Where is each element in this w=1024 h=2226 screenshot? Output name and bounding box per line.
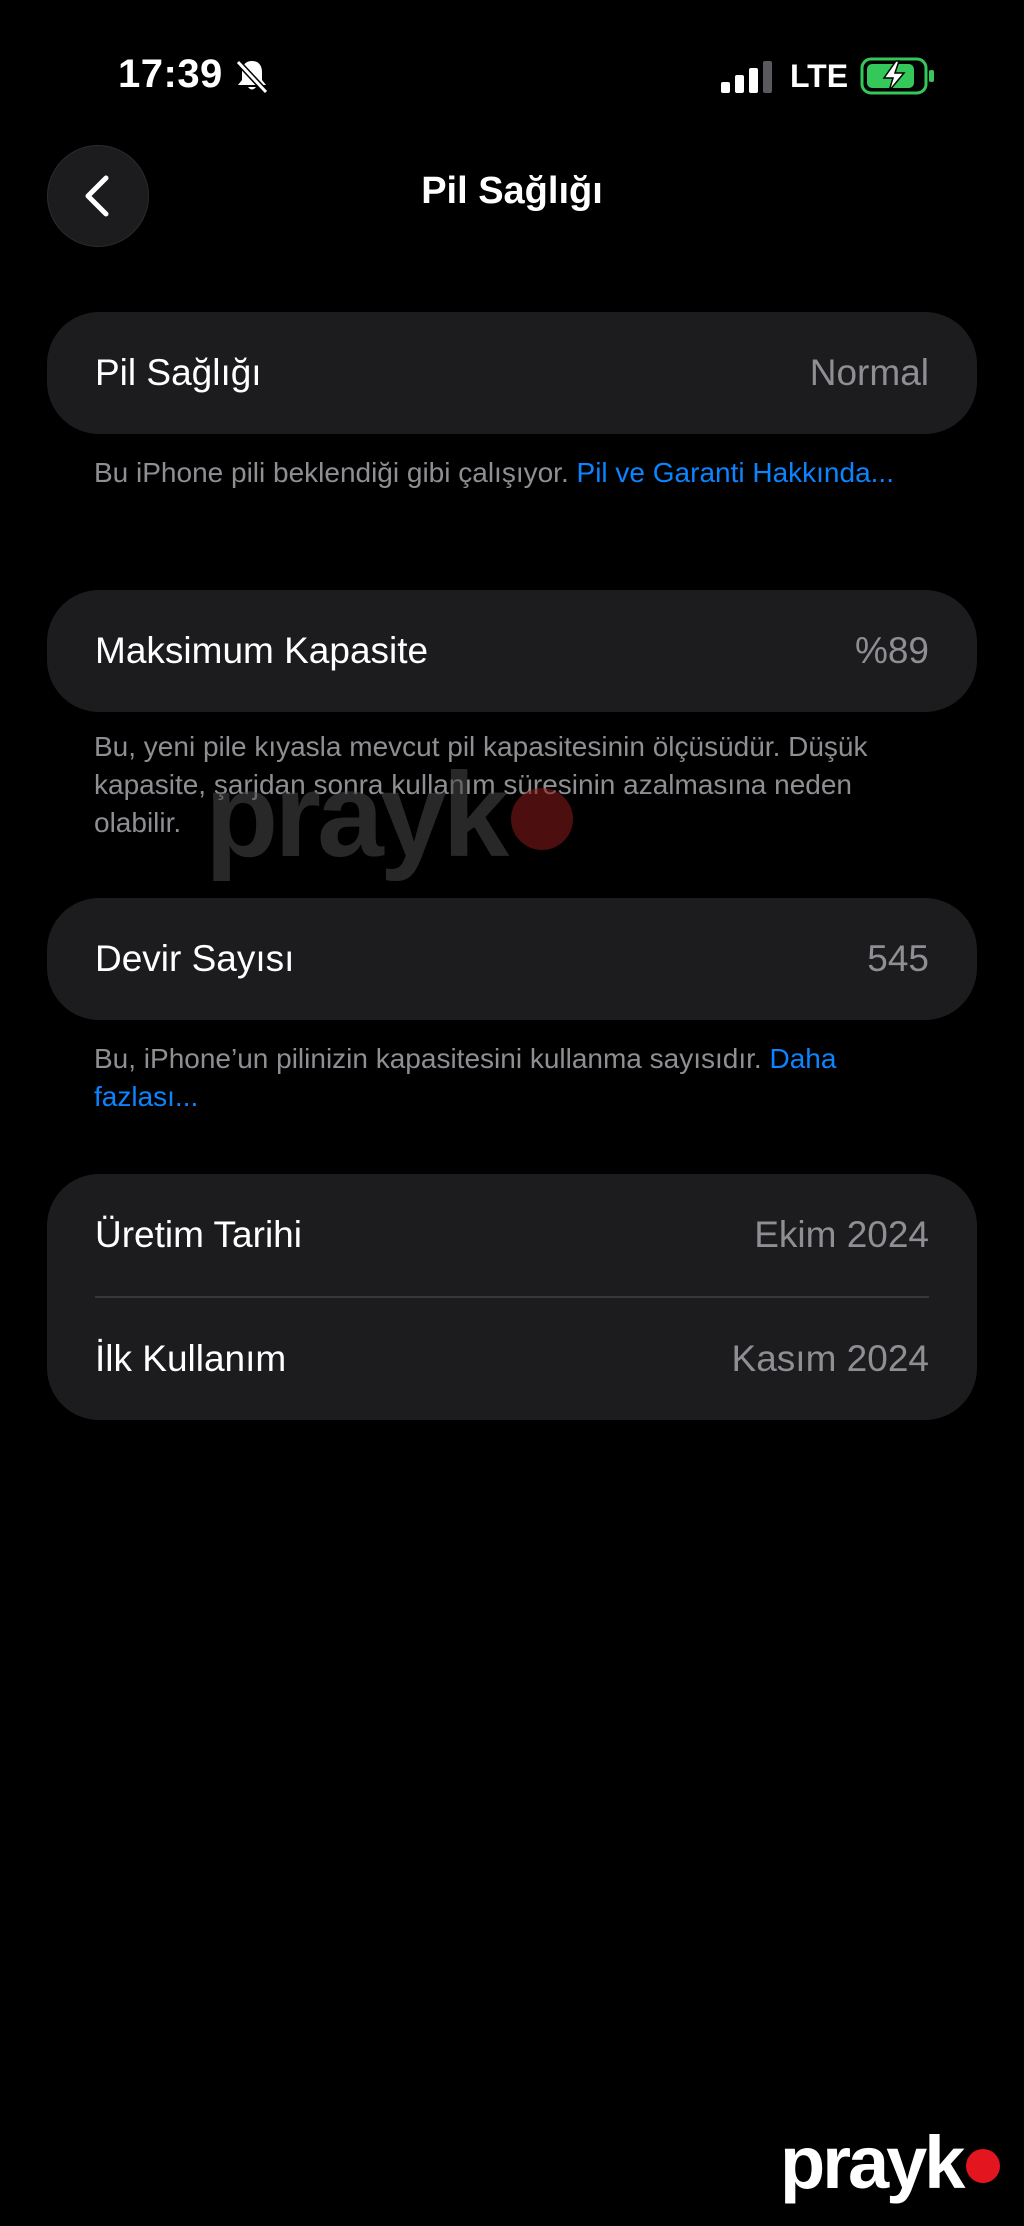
network-type: LTE	[790, 58, 849, 94]
cycle-count-card: Devir Sayısı 545	[47, 898, 977, 1020]
cycle-count-value: 545	[867, 938, 929, 979]
watermark-logo-text: prayk	[780, 2121, 965, 2204]
cycle-count-row: Devir Sayısı 545	[47, 898, 977, 1020]
first-use-label: İlk Kullanım	[95, 1338, 287, 1379]
watermark-center: prayk	[205, 740, 574, 890]
page-title: Pil Sağlığı	[421, 170, 603, 212]
max-capacity-label: Maksimum Kapasite	[95, 630, 429, 671]
battery-health-value: Normal	[809, 352, 929, 393]
manufacture-date-value: Ekim 2024	[754, 1214, 929, 1255]
battery-warranty-link[interactable]: Pil ve Garanti Hakkında...	[577, 457, 894, 488]
watermark-logo-dot	[966, 2148, 1001, 2183]
bell-slash-icon	[235, 59, 269, 95]
status-time: 17:39	[118, 52, 223, 96]
cycle-count-label: Devir Sayısı	[95, 938, 295, 979]
watermark-dot	[511, 788, 574, 850]
first-use-value: Kasım 2024	[731, 1338, 929, 1379]
watermark-logo: prayk	[780, 2120, 1001, 2205]
watermark-text: prayk	[205, 748, 509, 882]
max-capacity-value: %89	[854, 630, 929, 671]
battery-health-footnote-text: Bu iPhone pili beklendiği gibi çalışıyor…	[94, 457, 577, 488]
status-bar: 17:39 LTE	[0, 0, 1024, 150]
manufacture-date-label: Üretim Tarihi	[95, 1214, 302, 1255]
battery-health-card: Pil Sağlığı Normal	[47, 312, 977, 434]
battery-health-label: Pil Sağlığı	[95, 352, 262, 393]
dates-card: Üretim Tarihi Ekim 2024 İlk Kullanım Kas…	[47, 1174, 977, 1420]
battery-health-footnote: Bu iPhone pili beklendiği gibi çalışıyor…	[94, 454, 894, 492]
battery-health-row: Pil Sağlığı Normal	[47, 312, 977, 434]
cycle-count-footnote: Bu, iPhone’un pilinizin kapasitesini kul…	[94, 1040, 894, 1116]
max-capacity-card: Maksimum Kapasite %89	[47, 590, 977, 712]
first-use-row: İlk Kullanım Kasım 2024	[47, 1298, 977, 1420]
cellular-signal-icon	[721, 61, 772, 93]
manufacture-date-row: Üretim Tarihi Ekim 2024	[47, 1174, 977, 1296]
cycle-count-footnote-text: Bu, iPhone’un pilinizin kapasitesini kul…	[94, 1043, 770, 1074]
battery-charging-icon	[860, 57, 934, 95]
max-capacity-row: Maksimum Kapasite %89	[47, 590, 977, 712]
